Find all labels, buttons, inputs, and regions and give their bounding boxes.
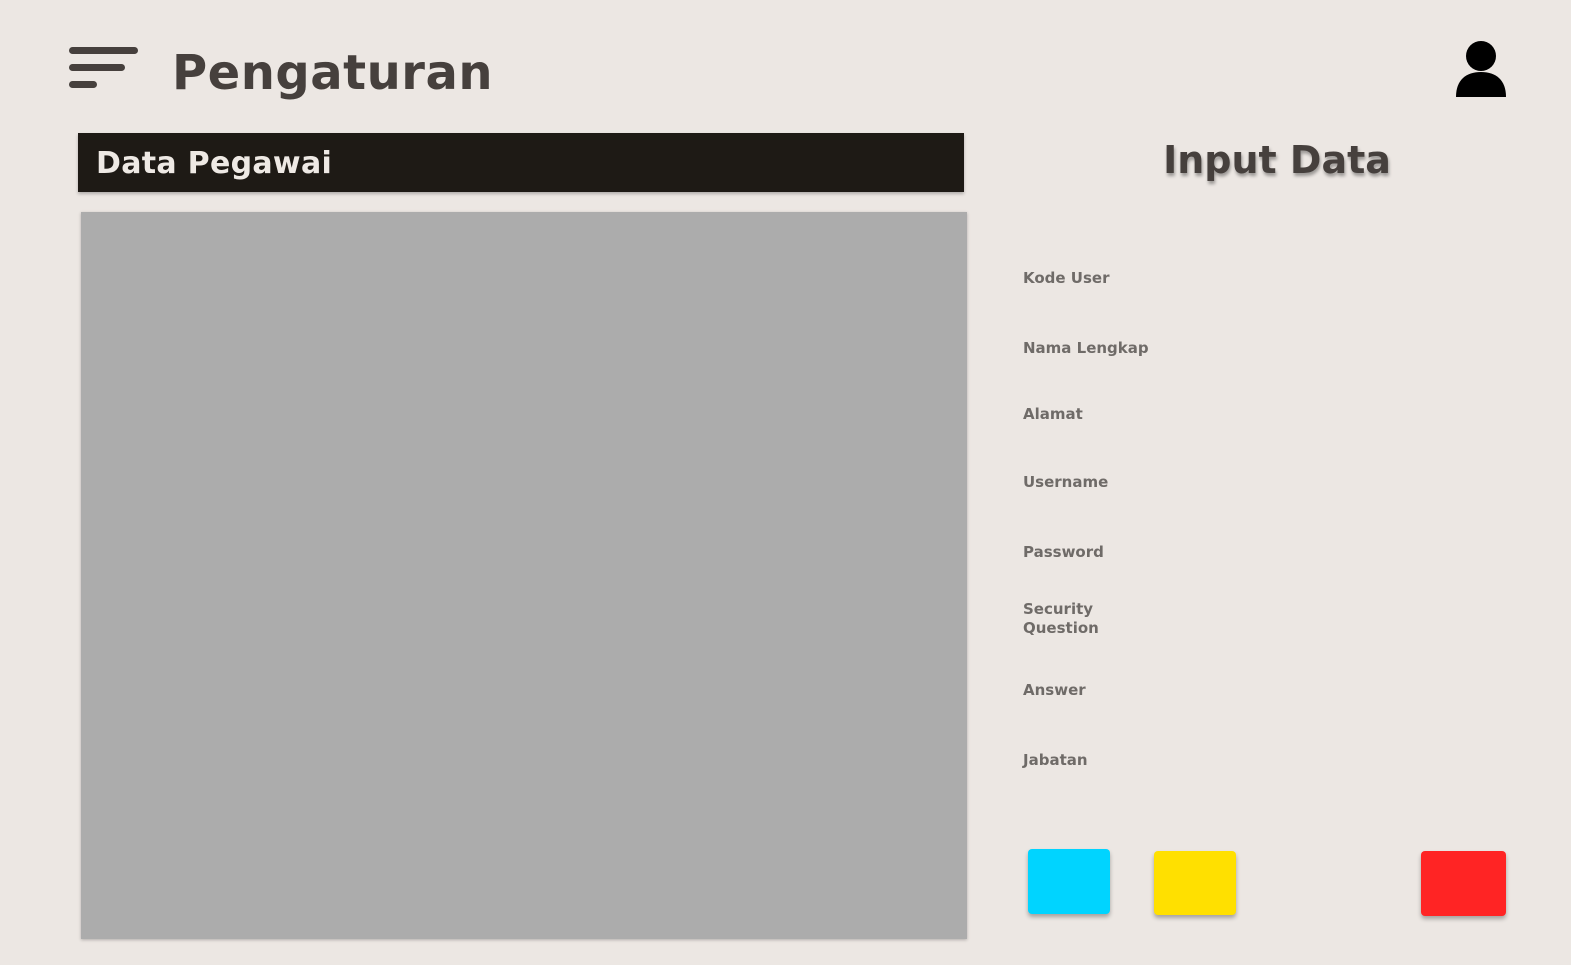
page-title: Pengaturan <box>172 45 494 101</box>
nama-lengkap-label: Nama Lengkap <box>1023 339 1149 357</box>
employee-data-title: Data Pegawai <box>96 146 333 181</box>
security-question-label: Security Question <box>1023 600 1099 637</box>
jabatan-label: Jabatan <box>1023 751 1088 769</box>
answer-label: Answer <box>1023 681 1086 699</box>
cyan-action-button[interactable] <box>1028 849 1110 914</box>
yellow-action-button[interactable] <box>1154 851 1236 915</box>
input-data-title: Input Data <box>1163 138 1391 182</box>
password-label: Password <box>1023 543 1104 561</box>
alamat-label: Alamat <box>1023 405 1083 423</box>
employee-data-header: Data Pegawai <box>78 133 964 192</box>
username-label: Username <box>1023 473 1109 491</box>
red-action-button[interactable] <box>1421 851 1506 916</box>
kode-user-label: Kode User <box>1023 269 1110 287</box>
employee-data-table[interactable] <box>81 212 967 939</box>
hamburger-menu-icon[interactable] <box>69 45 139 91</box>
user-icon[interactable] <box>1456 40 1506 98</box>
